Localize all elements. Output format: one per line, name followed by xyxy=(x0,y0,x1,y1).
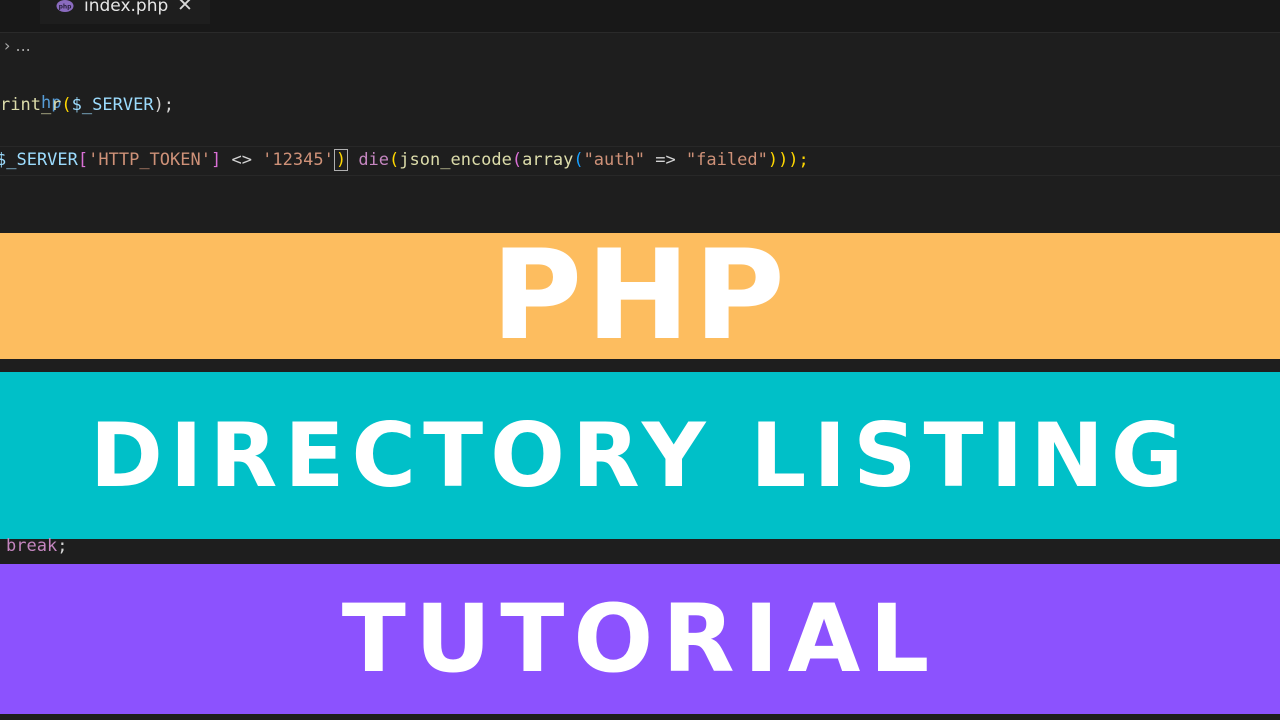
code-token: $_SERVER xyxy=(0,150,78,170)
banner-php-text: PHP xyxy=(491,233,789,359)
code-token: ( xyxy=(573,150,584,170)
code-token: $_SERVER xyxy=(71,95,154,115)
breadcrumb[interactable]: › ... xyxy=(4,36,31,60)
code-token: ] xyxy=(210,150,222,170)
tab-label: index.php xyxy=(84,0,169,16)
code-line-token-check: $_SERVER['HTTP_TOKEN'] <> '12345') die(j… xyxy=(0,147,809,173)
code-token: => xyxy=(644,150,686,170)
code-token: <> xyxy=(221,150,263,170)
editor-tab-index-php[interactable]: php index.php ✕ xyxy=(40,0,210,24)
code-line-print-r: rint_r($_SERVER); xyxy=(0,92,174,118)
code-token: [ xyxy=(77,150,89,170)
code-line-php-open: hp xyxy=(0,64,61,113)
code-token: "auth" xyxy=(583,150,645,170)
code-token: ; xyxy=(57,536,68,556)
banner-directory-listing-text: DIRECTORY LISTING xyxy=(89,404,1191,507)
banner-directory-listing: DIRECTORY LISTING xyxy=(0,372,1280,539)
banner-php: PHP xyxy=(0,233,1280,359)
breadcrumb-ellipsis[interactable]: ... xyxy=(16,36,31,55)
svg-text:php: php xyxy=(59,4,73,11)
code-token: die xyxy=(348,150,390,170)
code-token: 'HTTP_TOKEN' xyxy=(88,150,211,170)
text-cursor-bracket: ) xyxy=(333,149,349,171)
chevron-right-icon: › xyxy=(4,36,11,55)
code-token: break xyxy=(6,536,58,556)
banner-tutorial-text: TUTORIAL xyxy=(341,584,939,694)
code-token: array xyxy=(522,150,574,170)
code-token: ); xyxy=(153,95,175,115)
code-token: ))); xyxy=(767,150,809,170)
banner-tutorial: TUTORIAL xyxy=(0,564,1280,714)
code-token: rint_r xyxy=(0,95,62,115)
thumbnail-canvas: php index.php ✕ › ... hp rint_r($_SERVER… xyxy=(0,0,1280,720)
code-token: ( xyxy=(389,150,400,170)
code-line-break: break; xyxy=(6,533,67,559)
code-token: ( xyxy=(511,150,523,170)
code-token: ( xyxy=(61,95,72,115)
php-file-icon: php xyxy=(56,0,74,12)
code-token: "failed" xyxy=(685,150,768,170)
code-token: json_encode xyxy=(399,150,512,170)
close-icon[interactable]: ✕ xyxy=(177,0,193,16)
editor-tab-bar: php index.php ✕ xyxy=(0,0,1280,33)
code-token: '12345' xyxy=(262,150,334,170)
